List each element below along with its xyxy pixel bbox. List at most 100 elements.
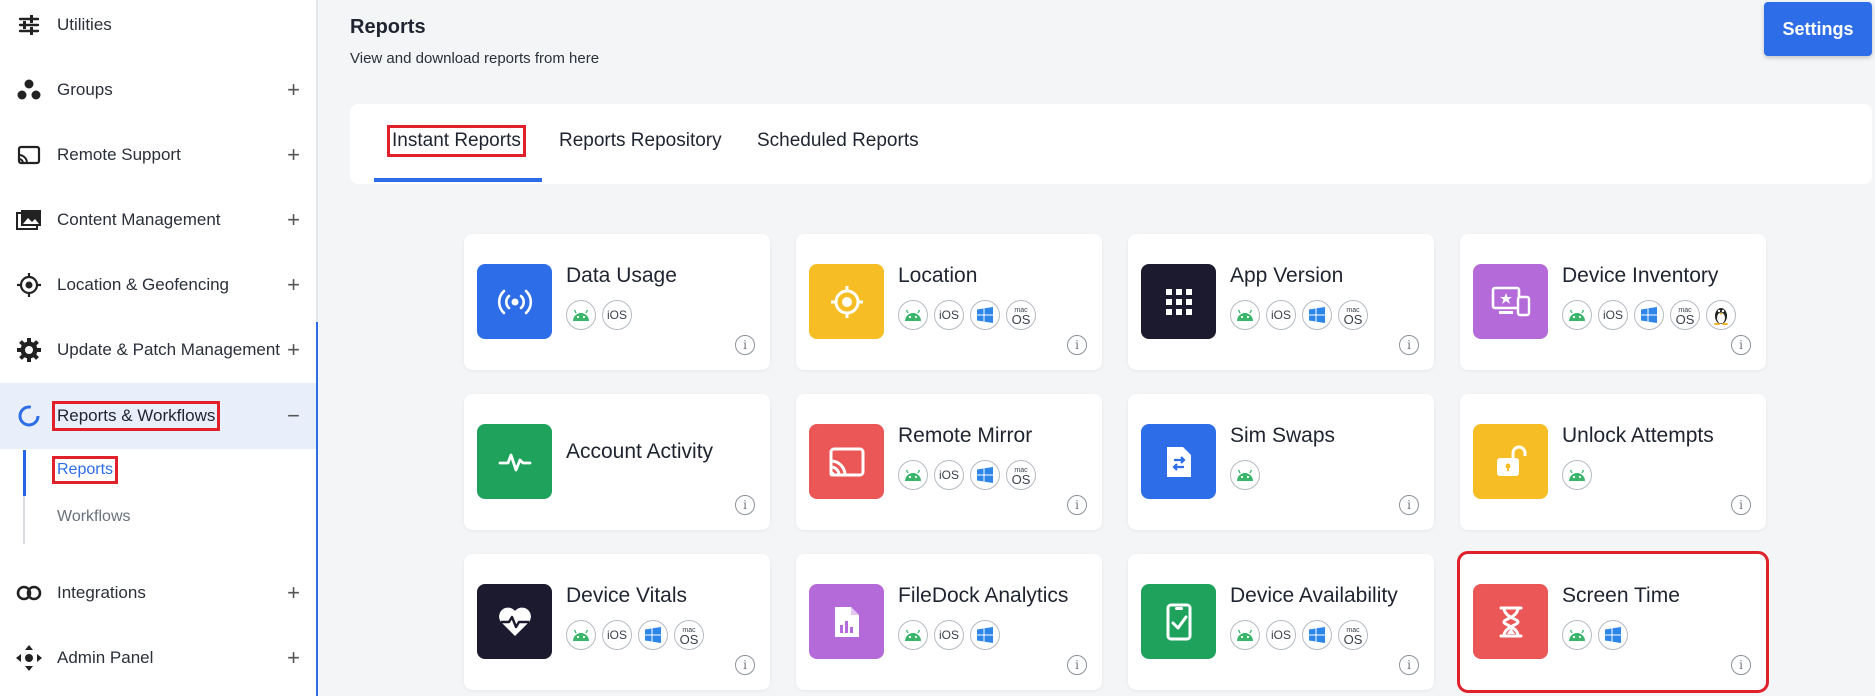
macos-icon: mac OS xyxy=(1006,460,1036,490)
android-icon xyxy=(898,460,928,490)
linux-icon xyxy=(1706,300,1736,330)
ios-icon: iOS xyxy=(934,300,964,330)
report-card-remote-mirror[interactable]: Remote Mirror iOS mac OS i xyxy=(796,394,1102,530)
info-icon[interactable]: i xyxy=(1731,335,1751,355)
info-icon[interactable]: i xyxy=(735,495,755,515)
android-icon xyxy=(566,300,596,330)
report-card-device-inventory[interactable]: Device Inventory iOS mac OS i xyxy=(1460,234,1766,370)
submenu-item-reports[interactable]: Reports xyxy=(51,456,119,484)
submenu-item-workflows[interactable]: Workflows xyxy=(57,508,131,526)
tab-scheduled-reports[interactable]: Scheduled Reports xyxy=(757,130,919,152)
info-icon[interactable]: i xyxy=(1399,655,1419,675)
supported-platforms: iOS mac OS xyxy=(898,300,1036,330)
reports-ring-icon xyxy=(16,403,42,429)
file-chart-icon xyxy=(809,584,884,659)
tab-reports-repository[interactable]: Reports Repository xyxy=(559,130,722,152)
sidebar-item-utilities[interactable]: Utilities xyxy=(0,0,316,53)
sidebar-item-remote-support[interactable]: Remote Support + xyxy=(0,127,316,183)
sidebar-item-label: Groups xyxy=(57,80,113,99)
info-icon[interactable]: i xyxy=(1067,655,1087,675)
tab-instant-reports[interactable]: Instant Reports xyxy=(387,125,526,157)
android-icon xyxy=(1562,300,1592,330)
sidebar-item-label: Utilities xyxy=(57,15,112,34)
report-card-title: Location xyxy=(898,264,978,287)
info-icon[interactable]: i xyxy=(1399,335,1419,355)
macos-icon: mac OS xyxy=(1338,300,1368,330)
report-card-unlock-attempts[interactable]: Unlock Attempts i xyxy=(1460,394,1766,530)
ios-icon: iOS xyxy=(1266,300,1296,330)
sidebar-item-update-patch[interactable]: Update & Patch Management + xyxy=(0,322,316,378)
windows-icon xyxy=(1302,300,1332,330)
target-icon xyxy=(809,264,884,339)
heart-pulse-icon xyxy=(477,584,552,659)
report-card-title: App Version xyxy=(1230,264,1344,287)
report-card-title: Unlock Attempts xyxy=(1562,424,1714,447)
supported-platforms: iOS xyxy=(898,620,1000,650)
sidebar-item-label: Content Management xyxy=(57,210,221,229)
report-card-account-activity[interactable]: Account Activity i xyxy=(464,394,770,530)
report-card-device-vitals[interactable]: Device Vitals iOS mac OS i xyxy=(464,554,770,690)
report-card-screen-time[interactable]: Screen Time i xyxy=(1457,551,1769,693)
expand-plus-icon[interactable]: + xyxy=(287,337,300,363)
expand-plus-icon[interactable]: + xyxy=(287,580,300,606)
report-card-device-availability[interactable]: Device Availability iOS mac OS i xyxy=(1128,554,1434,690)
link-icon xyxy=(16,580,42,606)
expand-plus-icon[interactable]: + xyxy=(287,77,300,103)
sidebar-item-content-management[interactable]: Content Management + xyxy=(0,192,316,248)
report-card-location[interactable]: Location iOS mac OS i xyxy=(796,234,1102,370)
sim-swap-icon xyxy=(1141,424,1216,499)
active-tab-indicator xyxy=(374,178,542,182)
info-icon[interactable]: i xyxy=(1731,655,1751,675)
supported-platforms: iOS xyxy=(566,300,632,330)
android-icon xyxy=(1230,300,1260,330)
report-card-app-version[interactable]: App Version iOS mac OS i xyxy=(1128,234,1434,370)
android-icon xyxy=(1562,460,1592,490)
info-icon[interactable]: i xyxy=(735,655,755,675)
sidebar-item-admin-panel[interactable]: Admin Panel + xyxy=(0,630,316,686)
sidebar-item-integrations[interactable]: Integrations + xyxy=(0,565,316,621)
info-icon[interactable]: i xyxy=(1067,495,1087,515)
settings-button[interactable]: Settings xyxy=(1764,2,1872,56)
report-card-title: Data Usage xyxy=(566,264,677,287)
submenu-active-indicator xyxy=(23,450,26,496)
expand-plus-icon[interactable]: + xyxy=(287,142,300,168)
report-card-sim-swaps[interactable]: Sim Swaps i xyxy=(1128,394,1434,530)
windows-icon xyxy=(1598,620,1628,650)
ios-icon: iOS xyxy=(934,460,964,490)
expand-plus-icon[interactable]: + xyxy=(287,645,300,671)
expand-plus-icon[interactable]: + xyxy=(287,272,300,298)
macos-icon: mac OS xyxy=(1670,300,1700,330)
hourglass-icon xyxy=(1473,584,1548,659)
report-card-filedock-analytics[interactable]: FileDock Analytics iOS i xyxy=(796,554,1102,690)
sidebar-item-groups[interactable]: Groups + xyxy=(0,62,316,118)
supported-platforms: iOS mac OS xyxy=(1562,300,1736,330)
expand-plus-icon[interactable]: + xyxy=(287,207,300,233)
supported-platforms: iOS mac OS xyxy=(1230,300,1368,330)
android-icon xyxy=(1562,620,1592,650)
groups-icon xyxy=(16,77,42,103)
info-icon[interactable]: i xyxy=(1399,495,1419,515)
report-card-title: Remote Mirror xyxy=(898,424,1033,447)
info-icon[interactable]: i xyxy=(1731,495,1751,515)
android-icon xyxy=(1230,620,1260,650)
report-card-title: FileDock Analytics xyxy=(898,584,1069,607)
collapse-minus-icon[interactable]: − xyxy=(287,403,300,429)
sidebar-item-location-geofencing[interactable]: Location & Geofencing + xyxy=(0,257,316,313)
report-card-title: Account Activity xyxy=(566,440,714,463)
report-card-data-usage[interactable]: Data Usage iOS i xyxy=(464,234,770,370)
sidebar-item-label: Update & Patch Management xyxy=(57,340,281,359)
sliders-icon xyxy=(16,12,42,38)
ios-icon: iOS xyxy=(1266,620,1296,650)
windows-icon xyxy=(1302,620,1332,650)
info-icon[interactable]: i xyxy=(1067,335,1087,355)
ios-icon: iOS xyxy=(602,300,632,330)
report-card-title: Screen Time xyxy=(1562,584,1680,607)
windows-icon xyxy=(638,620,668,650)
cast-icon xyxy=(16,142,42,168)
sidebar-item-reports-workflows[interactable]: Reports & Workflows − xyxy=(0,383,316,449)
info-icon[interactable]: i xyxy=(735,335,755,355)
android-icon xyxy=(898,300,928,330)
admin-icon xyxy=(16,645,42,671)
supported-platforms: iOS mac OS xyxy=(898,460,1036,490)
cast-icon xyxy=(809,424,884,499)
